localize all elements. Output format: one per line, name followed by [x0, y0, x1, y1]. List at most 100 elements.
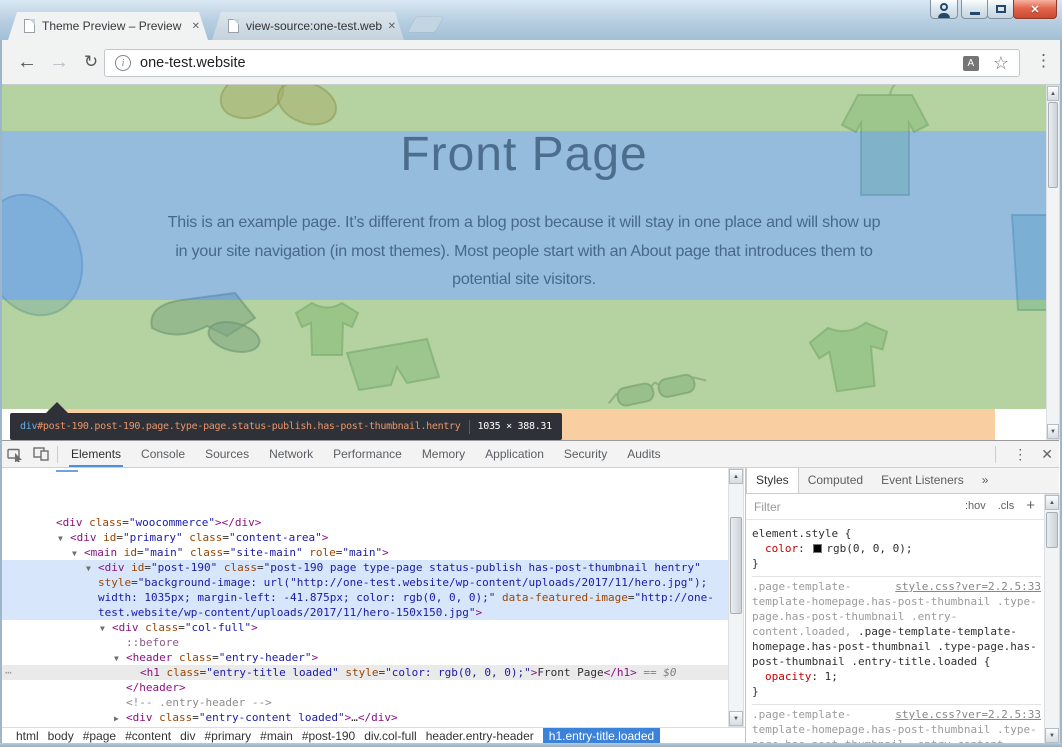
devtools-menu-icon[interactable]: ⋮	[1013, 446, 1027, 463]
breadcrumb-item--main[interactable]: #main	[260, 729, 293, 743]
tab-close-icon[interactable]: ✕	[192, 21, 200, 32]
breadcrumb-item--page[interactable]: #page	[83, 729, 116, 743]
sidebar-tab-styles[interactable]: Styles	[746, 468, 799, 493]
expand-arrow-icon[interactable]: ▶	[114, 711, 119, 726]
address-bar[interactable]: i one-test.website A ☆	[104, 49, 1020, 77]
breadcrumb-item-div-col-full[interactable]: div.col-full	[364, 729, 416, 743]
dom-tree-row[interactable]: ⋯<h1 class="entry-title loaded" style="c…	[2, 665, 728, 680]
scroll-down-icon[interactable]: ▼	[1047, 424, 1059, 439]
sidebar-tab-computed[interactable]: Computed	[799, 468, 872, 493]
new-tab-button[interactable]	[408, 17, 444, 32]
translate-icon[interactable]: A	[963, 56, 979, 71]
devtools-tab-audits[interactable]: Audits	[617, 441, 670, 467]
dom-tree-row[interactable]: ▼<div id="post-190" class="post-190 page…	[2, 560, 728, 575]
scroll-up-icon[interactable]: ▲	[1045, 495, 1059, 510]
sidebar-tab--[interactable]: »	[973, 468, 998, 493]
inspect-element-icon[interactable]	[2, 441, 28, 467]
style-rule[interactable]: style.css?ver=2.2.5:33.page-template-tem…	[752, 704, 1041, 744]
scroll-up-icon[interactable]: ▲	[1047, 86, 1059, 101]
breadcrumb-item-body[interactable]: body	[48, 729, 74, 743]
breadcrumb-item--primary[interactable]: #primary	[204, 729, 251, 743]
breadcrumb-item--content[interactable]: #content	[125, 729, 171, 743]
collapse-arrow-icon[interactable]: ▼	[72, 546, 77, 561]
breadcrumb: html body #page #content div #primary #main #po…	[2, 727, 745, 744]
scrollbar-thumb[interactable]	[1048, 102, 1058, 188]
profile-button[interactable]	[930, 0, 958, 19]
collapse-arrow-icon[interactable]: ▼	[58, 531, 63, 546]
devtools-tab-security[interactable]: Security	[554, 441, 617, 467]
breadcrumb-item-header-entry-header[interactable]: header.entry-header	[426, 729, 534, 743]
window-border	[0, 40, 2, 747]
url-text[interactable]: one-test.website	[140, 55, 246, 71]
devtools-tab-sources[interactable]: Sources	[195, 441, 259, 467]
close-window-button[interactable]: ✕	[1013, 0, 1057, 19]
devtools-close-icon[interactable]: ✕	[1041, 446, 1053, 463]
collapse-arrow-icon[interactable]: ▼	[114, 651, 119, 666]
maximize-button[interactable]	[987, 0, 1014, 19]
dom-tree-row[interactable]: ▼<header class="entry-header">	[2, 650, 728, 665]
scroll-up-icon[interactable]: ▲	[729, 469, 743, 484]
minimize-button[interactable]	[961, 0, 988, 19]
browser-tab-view-source[interactable]: view-source:one-test.web ✕	[212, 12, 404, 40]
devtools-tab-performance[interactable]: Performance	[323, 441, 412, 467]
dom-tree-row[interactable]: width: 1035px; margin-left: -41.875px; c…	[2, 590, 728, 605]
dom-tree-row[interactable]: style="background-image: url("http://one…	[2, 575, 728, 590]
devtools-tab-elements[interactable]: Elements	[61, 441, 131, 467]
browser-tab-active[interactable]: Theme Preview – Preview ✕	[8, 12, 208, 40]
closing-brace: }	[752, 556, 1041, 571]
filter-input[interactable]: Filter	[754, 500, 781, 514]
styles-scrollbar[interactable]: ▲ ▼	[1044, 494, 1060, 744]
collapse-arrow-icon[interactable]: ▼	[100, 621, 105, 636]
devtools-tab-memory[interactable]: Memory	[412, 441, 475, 467]
dom-tree-row[interactable]: ▼<div id="primary" class="content-area">	[2, 530, 728, 545]
devtools-tab-application[interactable]: Application	[475, 441, 554, 467]
breadcrumb-item-div[interactable]: div	[180, 729, 195, 743]
style-rule[interactable]: element.style {color: rgb(0, 0, 0);}	[752, 524, 1041, 576]
browser-menu-icon[interactable]: ⋮	[1035, 51, 1052, 71]
dom-tree-row[interactable]: <!-- .entry-header -->	[2, 695, 728, 710]
devtools-toolbar: ElementsConsoleSourcesNetworkPerformance…	[2, 441, 1059, 468]
bookmark-star-icon[interactable]: ☆	[993, 54, 1009, 72]
color-swatch[interactable]	[813, 544, 822, 553]
new-style-rule-button[interactable]: +	[1026, 500, 1035, 511]
row-actions-icon[interactable]: ⋯	[5, 665, 11, 680]
dom-tree-row[interactable]: ▼<div class="col-full">	[2, 620, 728, 635]
forward-button[interactable]: →	[44, 43, 74, 81]
scroll-down-icon[interactable]: ▼	[1045, 728, 1059, 743]
css-property[interactable]: color: rgb(0, 0, 0);	[752, 541, 1041, 556]
stylesheet-link[interactable]: style.css?ver=2.2.5:33	[895, 579, 1041, 594]
breadcrumb-item-h1-entry-title-loaded[interactable]: h1.entry-title.loaded	[543, 728, 660, 744]
back-button[interactable]: ←	[12, 43, 42, 81]
breadcrumb-item-html[interactable]: html	[16, 729, 39, 743]
devtools-tab-console[interactable]: Console	[131, 441, 195, 467]
code-segment: "post-190"	[151, 561, 217, 574]
css-property[interactable]: opacity: 1;	[752, 669, 1041, 684]
scrollbar-thumb[interactable]	[730, 517, 742, 614]
page-favicon-icon	[24, 19, 35, 33]
dom-tree-row[interactable]: <div class="woocommerce"></div>	[2, 515, 728, 530]
dom-tree-row[interactable]: </header>	[2, 680, 728, 695]
class-toggle-button[interactable]: .cls	[998, 500, 1015, 512]
device-toolbar-icon[interactable]	[28, 441, 54, 467]
breadcrumb-item--post-190[interactable]: #post-190	[302, 729, 355, 743]
elements-scrollbar[interactable]: ▲ ▼	[728, 468, 744, 727]
clipped-row-fragment	[56, 470, 78, 472]
collapse-arrow-icon[interactable]: ▼	[86, 561, 91, 576]
code-segment: =	[137, 546, 144, 559]
dom-tree-row[interactable]: ▼<main id="main" class="site-main" role=…	[2, 545, 728, 560]
stylesheet-link[interactable]: style.css?ver=2.2.5:33	[895, 707, 1041, 722]
style-rule[interactable]: style.css?ver=2.2.5:33.page-template-tem…	[752, 576, 1041, 704]
info-icon[interactable]: i	[115, 55, 131, 71]
page-scrollbar[interactable]: ▲ ▼	[1046, 85, 1060, 440]
dom-tree-row[interactable]: ▶<div class="entry-content loaded">…</di…	[2, 710, 728, 725]
tab-close-icon[interactable]: ✕	[388, 21, 396, 32]
sidebar-tab-event-listeners[interactable]: Event Listeners	[872, 468, 973, 493]
devtools-tab-network[interactable]: Network	[259, 441, 323, 467]
reload-button[interactable]: ↻	[76, 43, 106, 81]
scrollbar-thumb[interactable]	[1046, 512, 1058, 548]
code-segment: =	[178, 621, 185, 634]
dom-tree-row[interactable]: ::before	[2, 635, 728, 650]
scroll-down-icon[interactable]: ▼	[729, 711, 743, 726]
hover-state-button[interactable]: :hov	[965, 500, 986, 512]
dom-tree-row[interactable]: test.website/wp-content/uploads/2017/11/…	[2, 605, 728, 620]
